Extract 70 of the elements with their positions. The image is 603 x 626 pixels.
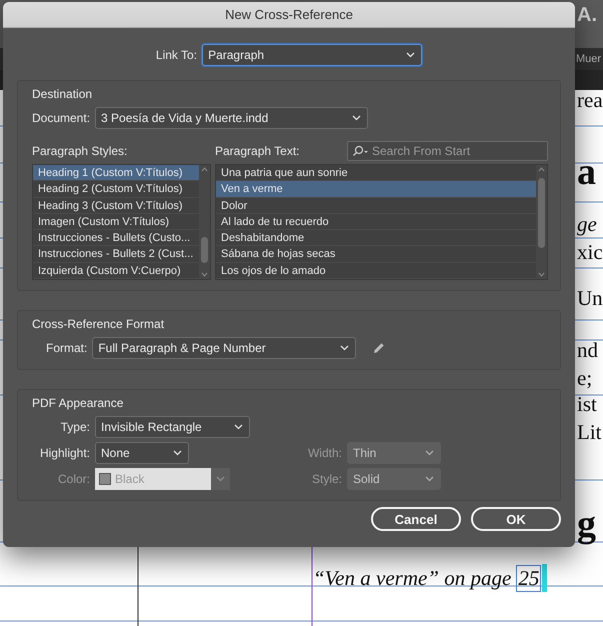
style-list-item[interactable]: Heading 2 (Custom V:Títulos) — [33, 181, 199, 198]
style-list-item[interactable]: Imagen (Custom V:Títulos) — [33, 214, 199, 230]
dialog-button[interactable]: OK — [471, 507, 561, 531]
paragraph-list-item[interactable]: Los ojos de lo amado — [216, 262, 536, 279]
paragraph-list-item[interactable]: Ven a verme — [216, 181, 536, 198]
group-title: Destination — [32, 87, 94, 101]
field-label: Document: — [32, 111, 90, 125]
field-label: Link To: — [156, 48, 198, 62]
document-text: a — [577, 150, 596, 194]
document-tab[interactable]: Muer — [576, 53, 603, 65]
field-label: Format: — [46, 341, 88, 355]
caret-icon — [352, 115, 362, 121]
panel-title: A. — [577, 4, 597, 27]
caret-icon — [173, 450, 182, 456]
style-list-item[interactable]: Izquierda (Custom V:Cuerpo) — [33, 262, 199, 279]
search-icon — [352, 145, 370, 157]
field-label: Style: — [310, 472, 342, 486]
scrollbar-thumb[interactable] — [201, 237, 208, 263]
caret-icon — [234, 424, 243, 430]
paragraph-list-item[interactable]: Dolor — [216, 198, 536, 214]
caret-icon — [425, 476, 434, 482]
link-to-select[interactable]: Paragraph — [202, 44, 422, 66]
caret-icon — [340, 345, 350, 351]
color-swatch-icon — [99, 473, 111, 485]
document-text: e; — [577, 366, 592, 391]
search-input[interactable]: Search From Start — [372, 144, 542, 158]
caret-icon — [425, 450, 434, 456]
style-list-item[interactable]: Heading 1 (Custom V:Títulos) — [33, 165, 199, 182]
caret-icon — [216, 476, 225, 482]
field-label: Color: — [56, 472, 90, 486]
scroll-down-icon — [201, 272, 208, 277]
scroll-up-icon — [201, 167, 208, 172]
field-label: Width: — [306, 446, 342, 460]
scrollbar-thumb[interactable] — [538, 178, 545, 248]
scroll-down-icon — [538, 272, 545, 277]
document-text: Un — [577, 286, 603, 311]
page-number: 25 — [516, 564, 542, 592]
format-select[interactable]: Full Paragraph & Page Number — [92, 337, 356, 359]
document-text: xic — [577, 240, 603, 265]
document-text: rea — [577, 88, 603, 113]
pencil-icon[interactable] — [373, 342, 386, 354]
field-label: Highlight: — [38, 446, 90, 460]
scrollbar[interactable] — [536, 165, 547, 279]
document-text: nd — [577, 338, 598, 363]
document-text: Lit — [577, 420, 602, 445]
dialog-button[interactable]: Cancel — [371, 507, 461, 531]
list-label: Paragraph Text: — [215, 144, 300, 158]
dropdown-select[interactable]: None — [95, 442, 189, 464]
group-title: Cross-Reference Format — [32, 317, 166, 331]
cross-reference-text: “Ven a verme” on page — [313, 566, 512, 590]
paragraph-list-item[interactable]: Al lado de tu recuerdo — [216, 214, 536, 230]
group-title: PDF Appearance — [32, 396, 124, 410]
field-label: Type: — [60, 420, 90, 434]
list-label: Paragraph Styles: — [32, 144, 128, 158]
text-cursor-marker — [542, 564, 548, 592]
scroll-up-icon — [538, 167, 545, 172]
style-list-item[interactable]: Heading 3 (Custom V:Títulos) — [33, 198, 199, 214]
style-list-item[interactable]: Instrucciones - Bullets (Custo... — [33, 230, 199, 246]
window-title: New Cross-Reference — [225, 7, 353, 22]
style-list-item[interactable]: Instrucciones - Bullets 2 (Cust... — [33, 246, 199, 263]
paragraph-list-item[interactable]: Deshabitandome — [216, 230, 536, 246]
document-select[interactable]: 3 Poesía de Vida y Muerte.indd — [95, 107, 368, 129]
document-text: g — [577, 502, 596, 546]
search-field[interactable]: Search From Start — [347, 141, 548, 161]
caret-icon — [406, 52, 416, 58]
document-text: ge — [577, 212, 597, 237]
paragraph-list-item[interactable]: Sábana de hojas secas — [216, 246, 536, 263]
document-text: ist — [577, 392, 597, 417]
dropdown-select[interactable]: Invisible Rectangle — [95, 416, 250, 438]
scrollbar[interactable] — [199, 165, 210, 279]
